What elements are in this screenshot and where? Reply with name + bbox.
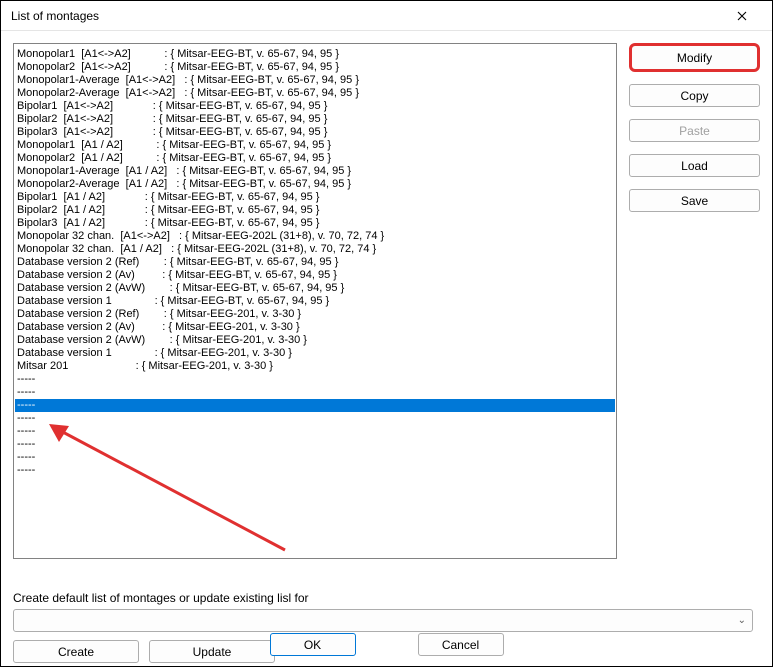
list-item[interactable]: Monopolar2-Average [A1 / A2] : { Mitsar-… [15,178,615,191]
list-item[interactable]: Monopolar 32 chan. [A1<->A2] : { Mitsar-… [15,230,615,243]
list-item[interactable]: Bipolar1 [A1 / A2] : { Mitsar-EEG-BT, v.… [15,191,615,204]
device-combobox[interactable]: ⌄ [13,609,753,632]
list-item[interactable]: Database version 2 (AvW) : { Mitsar-EEG-… [15,334,615,347]
list-item[interactable]: ----- [15,425,615,438]
list-item[interactable]: Monopolar2 [A1 / A2] : { Mitsar-EEG-BT, … [15,152,615,165]
titlebar: List of montages [1,1,772,31]
list-item[interactable]: Database version 2 (Ref) : { Mitsar-EEG-… [15,256,615,269]
list-item[interactable]: Database version 1 : { Mitsar-EEG-201, v… [15,347,615,360]
list-item[interactable]: Database version 2 (AvW) : { Mitsar-EEG-… [15,282,615,295]
list-item[interactable]: ----- [15,438,615,451]
close-button[interactable] [722,2,762,30]
list-item[interactable]: Monopolar2-Average [A1<->A2] : { Mitsar-… [15,87,615,100]
list-item[interactable]: ----- [15,464,615,477]
list-item[interactable]: Monopolar2 [A1<->A2] : { Mitsar-EEG-BT, … [15,61,615,74]
list-item[interactable]: Bipolar1 [A1<->A2] : { Mitsar-EEG-BT, v.… [15,100,615,113]
list-item[interactable]: ----- [15,399,615,412]
list-item[interactable]: Database version 2 (Av) : { Mitsar-EEG-B… [15,269,615,282]
list-item[interactable]: Mitsar 201 : { Mitsar-EEG-201, v. 3-30 } [15,360,615,373]
chevron-down-icon: ⌄ [738,615,746,626]
list-item[interactable]: Database version 2 (Av) : { Mitsar-EEG-2… [15,321,615,334]
load-button[interactable]: Load [629,154,760,177]
list-item[interactable]: Monopolar1 [A1 / A2] : { Mitsar-EEG-BT, … [15,139,615,152]
window-title: List of montages [11,9,722,23]
copy-button[interactable]: Copy [629,84,760,107]
modify-button[interactable]: Modify [629,43,760,72]
cancel-button[interactable]: Cancel [418,633,504,656]
list-item[interactable]: ----- [15,412,615,425]
list-item[interactable]: Database version 2 (Ref) : { Mitsar-EEG-… [15,308,615,321]
list-item[interactable]: ----- [15,386,615,399]
list-item[interactable]: Monopolar1-Average [A1<->A2] : { Mitsar-… [15,74,615,87]
close-icon [737,11,747,21]
list-item[interactable]: Monopolar1 [A1<->A2] : { Mitsar-EEG-BT, … [15,48,615,61]
list-item[interactable]: Bipolar3 [A1<->A2] : { Mitsar-EEG-BT, v.… [15,126,615,139]
montage-listbox[interactable]: Monopolar1 [A1<->A2] : { Mitsar-EEG-BT, … [13,43,617,559]
list-item[interactable]: Monopolar1-Average [A1 / A2] : { Mitsar-… [15,165,615,178]
save-button[interactable]: Save [629,189,760,212]
default-list-label: Create default list of montages or updat… [13,591,760,605]
list-item[interactable]: Monopolar 32 chan. [A1 / A2] : { Mitsar-… [15,243,615,256]
list-item[interactable]: Bipolar2 [A1<->A2] : { Mitsar-EEG-BT, v.… [15,113,615,126]
list-item[interactable]: Database version 1 : { Mitsar-EEG-BT, v.… [15,295,615,308]
paste-button: Paste [629,119,760,142]
list-item[interactable]: Bipolar3 [A1 / A2] : { Mitsar-EEG-BT, v.… [15,217,615,230]
list-item[interactable]: ----- [15,451,615,464]
list-item[interactable]: Bipolar2 [A1 / A2] : { Mitsar-EEG-BT, v.… [15,204,615,217]
ok-button[interactable]: OK [270,633,356,656]
list-item[interactable]: ----- [15,373,615,386]
